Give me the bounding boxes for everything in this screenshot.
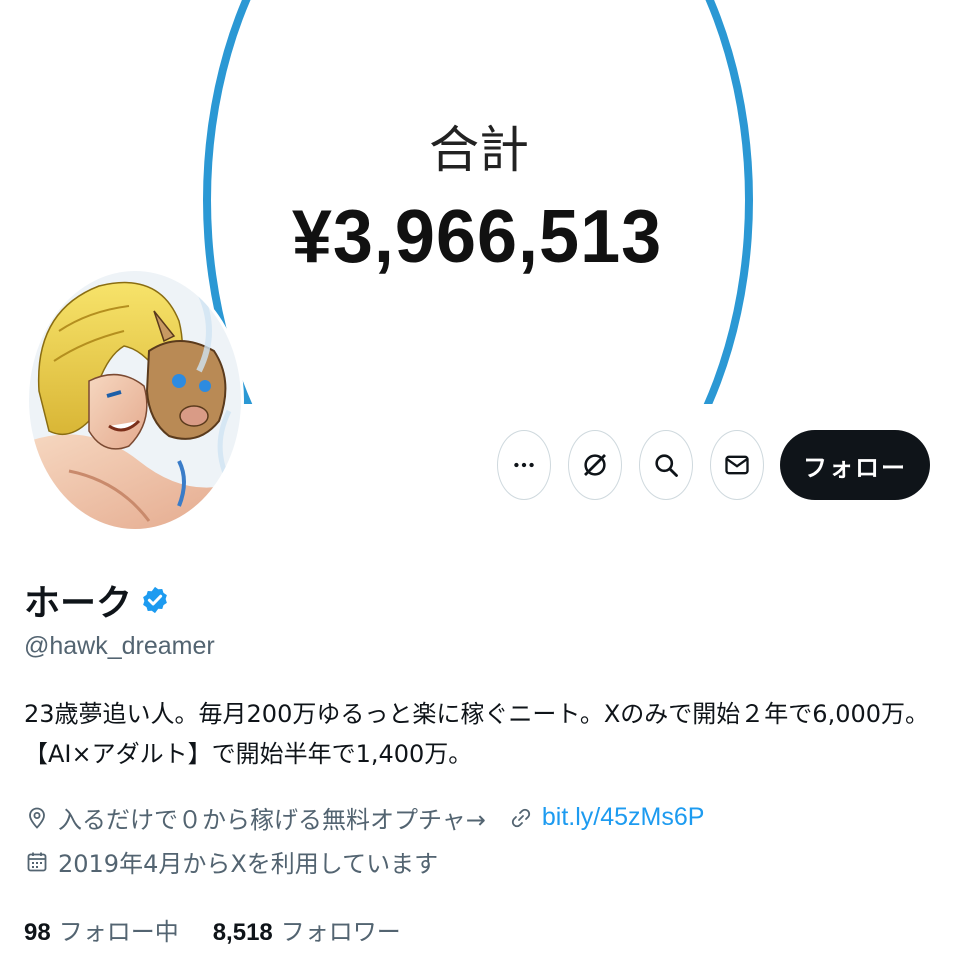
- more-button[interactable]: [497, 430, 551, 500]
- avatar-illustration: [29, 271, 241, 529]
- name-row: ホーク: [24, 574, 170, 626]
- handle: @hawk_dreamer: [24, 632, 215, 660]
- profile-link[interactable]: bit.ly/45zMs6P: [542, 803, 705, 832]
- bio: 23歳夢追い人。毎月200万ゆるっと楽に稼ぐニート。Xのみで開始２年で6,000…: [24, 694, 944, 774]
- profile-page: 合計 ¥3,966,513 フォロー ホーク @hawk_dreamer 23歳…: [0, 0, 962, 962]
- mail-icon: [725, 455, 749, 475]
- message-button[interactable]: [710, 430, 764, 500]
- bio-line-2: 【AI×アダルト】で開始半年で1,400万。: [24, 740, 473, 768]
- grok-icon: [584, 454, 606, 476]
- followers-stat[interactable]: 8,518 フォロワー: [213, 912, 401, 947]
- grok-button[interactable]: [568, 430, 622, 500]
- calendar-icon: [24, 849, 50, 875]
- follow-button[interactable]: フォロー: [780, 430, 930, 500]
- followers-label: フォロワー: [280, 918, 401, 946]
- more-icon: [514, 462, 534, 468]
- bio-line-1: 23歳夢追い人。毎月200万ゆるっと楽に稼ぐニート。Xのみで開始２年で6,000…: [24, 700, 930, 728]
- banner-total-label: 合計: [429, 121, 529, 179]
- banner-total-amount: ¥3,966,513: [291, 195, 663, 279]
- location-text: 入るだけで０から稼げる無料オプチャ→: [58, 806, 486, 834]
- following-count: 98: [24, 919, 51, 946]
- display-name: ホーク: [24, 583, 133, 624]
- link-icon: [508, 805, 534, 831]
- following-stat[interactable]: 98 フォロー中: [24, 912, 179, 947]
- location-icon: [24, 805, 50, 831]
- verified-badge-icon[interactable]: [140, 585, 170, 615]
- joined-text: 2019年4月からXを利用しています: [58, 850, 439, 878]
- search-button[interactable]: [639, 430, 693, 500]
- location-row: 入るだけで０から稼げる無料オプチャ→ bit.ly/45zMs6P: [24, 800, 704, 835]
- avatar[interactable]: [26, 268, 244, 532]
- follow-stats: 98 フォロー中 8,518 フォロワー: [24, 912, 401, 947]
- joined-row: 2019年4月からXを利用しています: [24, 844, 438, 879]
- following-label: フォロー中: [58, 918, 179, 946]
- search-icon: [655, 454, 678, 477]
- followers-count: 8,518: [212, 919, 273, 946]
